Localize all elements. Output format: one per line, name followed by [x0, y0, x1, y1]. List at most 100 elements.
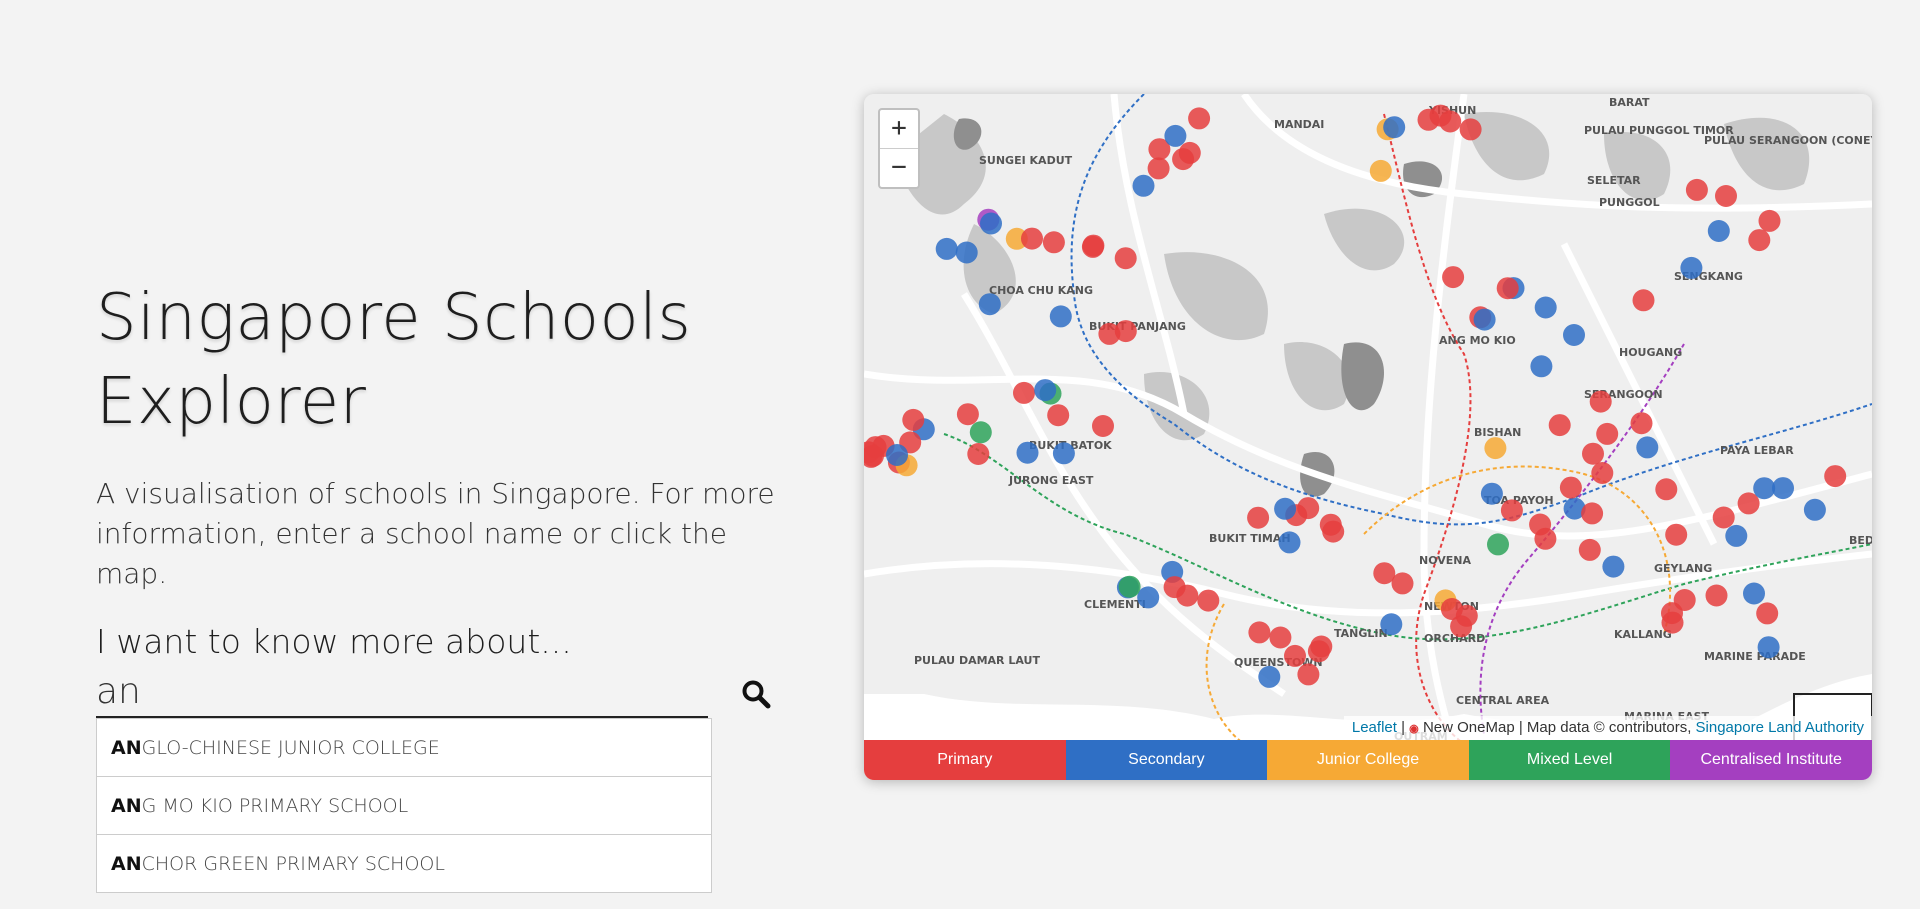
school-marker[interactable]	[1665, 523, 1688, 546]
school-marker[interactable]	[1132, 174, 1155, 197]
school-marker[interactable]	[1534, 296, 1557, 319]
school-marker[interactable]	[1655, 478, 1678, 501]
suggestion-item[interactable]: AN GLO-CHINESE JUNIOR COLLEGE	[97, 719, 711, 777]
school-marker[interactable]	[1743, 582, 1765, 605]
school-marker[interactable]	[1114, 320, 1137, 343]
school-marker[interactable]	[1391, 572, 1414, 595]
school-marker[interactable]	[1596, 422, 1619, 445]
school-marker[interactable]	[1705, 584, 1728, 607]
school-marker[interactable]	[902, 408, 925, 431]
school-marker[interactable]	[1589, 390, 1612, 413]
school-marker[interactable]	[1602, 555, 1625, 578]
school-marker[interactable]	[1712, 506, 1735, 529]
school-marker[interactable]	[1118, 575, 1141, 598]
school-marker[interactable]	[1473, 308, 1496, 331]
school-marker[interactable]	[886, 444, 908, 466]
school-marker[interactable]	[1013, 381, 1035, 404]
map-canvas[interactable]: MANDAIYISHUNSUNGEI KADUTSELETARPUNGGOLPU…	[864, 94, 1872, 780]
school-marker[interactable]	[1563, 324, 1585, 346]
school-marker[interactable]	[1380, 613, 1403, 636]
school-marker[interactable]	[1632, 289, 1655, 312]
school-marker[interactable]	[1636, 436, 1659, 459]
school-marker[interactable]	[1748, 229, 1771, 252]
legend-centralised-institute[interactable]: Centralised Institute	[1670, 740, 1872, 780]
school-marker[interactable]	[1114, 247, 1137, 270]
school-marker[interactable]	[1715, 185, 1737, 207]
school-marker[interactable]	[1480, 482, 1503, 505]
school-marker[interactable]	[1310, 635, 1333, 658]
school-marker[interactable]	[1248, 621, 1271, 644]
school-marker[interactable]	[1548, 414, 1571, 437]
school-marker[interactable]	[935, 237, 958, 260]
school-marker[interactable]	[1034, 379, 1057, 402]
school-marker[interactable]	[1578, 538, 1601, 561]
school-marker[interactable]	[1319, 513, 1342, 536]
school-marker[interactable]	[1178, 141, 1201, 164]
school-marker[interactable]	[1383, 116, 1406, 139]
school-marker[interactable]	[978, 293, 1001, 316]
school-marker[interactable]	[1247, 506, 1270, 529]
school-marker[interactable]	[1274, 497, 1297, 520]
school-marker[interactable]	[956, 403, 979, 426]
school-marker[interactable]	[1147, 157, 1170, 180]
legend-primary[interactable]: Primary	[864, 740, 1066, 780]
school-marker[interactable]	[1047, 404, 1070, 427]
school-marker[interactable]	[969, 421, 992, 444]
school-marker[interactable]	[1439, 110, 1462, 133]
school-marker[interactable]	[1824, 465, 1847, 488]
school-marker[interactable]	[1707, 220, 1730, 242]
school-marker[interactable]	[1685, 178, 1708, 201]
school-marker[interactable]	[1269, 626, 1292, 649]
school-marker[interactable]	[1197, 589, 1220, 612]
school-marker[interactable]	[1591, 462, 1614, 484]
school-marker[interactable]	[1496, 277, 1519, 300]
school-marker[interactable]	[1803, 498, 1826, 521]
school-marker[interactable]	[1042, 231, 1065, 254]
school-marker[interactable]	[1297, 663, 1320, 686]
legend-secondary[interactable]: Secondary	[1065, 740, 1268, 780]
school-marker[interactable]	[1630, 412, 1653, 435]
search-button[interactable]	[738, 677, 774, 713]
school-marker[interactable]	[980, 212, 1002, 235]
sla-link[interactable]: Singapore Land Authority	[1696, 719, 1864, 736]
school-marker[interactable]	[1487, 533, 1509, 556]
school-marker[interactable]	[1440, 598, 1463, 620]
school-marker[interactable]	[955, 241, 978, 264]
school-marker[interactable]	[1164, 124, 1187, 147]
school-marker[interactable]	[1673, 589, 1696, 611]
school-marker[interactable]	[1559, 476, 1582, 499]
school-marker[interactable]	[1680, 256, 1703, 279]
school-marker[interactable]	[1484, 437, 1507, 460]
school-marker[interactable]	[1529, 513, 1552, 536]
school-marker[interactable]	[1049, 305, 1072, 328]
school-marker[interactable]	[1278, 531, 1301, 554]
school-marker[interactable]	[1661, 611, 1684, 634]
school-marker[interactable]	[1582, 442, 1604, 465]
leaflet-link[interactable]: Leaflet	[1352, 719, 1397, 736]
school-marker[interactable]	[1725, 524, 1748, 547]
schools-map[interactable]: MANDAI YISHUN SUNGEI KADUT SELETAR PUNGGOL PU…	[864, 94, 1872, 780]
school-marker[interactable]	[1753, 477, 1776, 500]
school-marker[interactable]	[967, 443, 990, 465]
school-marker[interactable]	[1500, 499, 1523, 522]
school-marker[interactable]	[1581, 502, 1604, 525]
school-marker[interactable]	[1530, 355, 1553, 378]
school-marker[interactable]	[1459, 118, 1482, 141]
school-marker[interactable]	[1772, 477, 1794, 500]
search-input[interactable]	[96, 669, 708, 718]
school-marker[interactable]	[1284, 644, 1306, 667]
school-marker[interactable]	[1758, 209, 1781, 232]
legend-mixed-level[interactable]: Mixed Level	[1468, 740, 1671, 780]
school-marker[interactable]	[1756, 602, 1779, 625]
school-marker[interactable]	[1137, 586, 1160, 609]
legend-junior-college[interactable]: Junior College	[1267, 740, 1469, 780]
school-marker[interactable]	[1163, 576, 1186, 599]
suggestion-item[interactable]: AN CHOR GREEN PRIMARY SCHOOL	[97, 835, 711, 892]
school-marker[interactable]	[1188, 107, 1211, 130]
school-marker[interactable]	[1092, 415, 1114, 437]
school-marker[interactable]	[1417, 108, 1440, 131]
suggestion-item[interactable]: AN G MO KIO PRIMARY SCHOOL	[97, 777, 711, 835]
school-marker[interactable]	[1369, 159, 1392, 182]
school-marker[interactable]	[1052, 442, 1075, 465]
school-marker[interactable]	[1081, 235, 1104, 258]
